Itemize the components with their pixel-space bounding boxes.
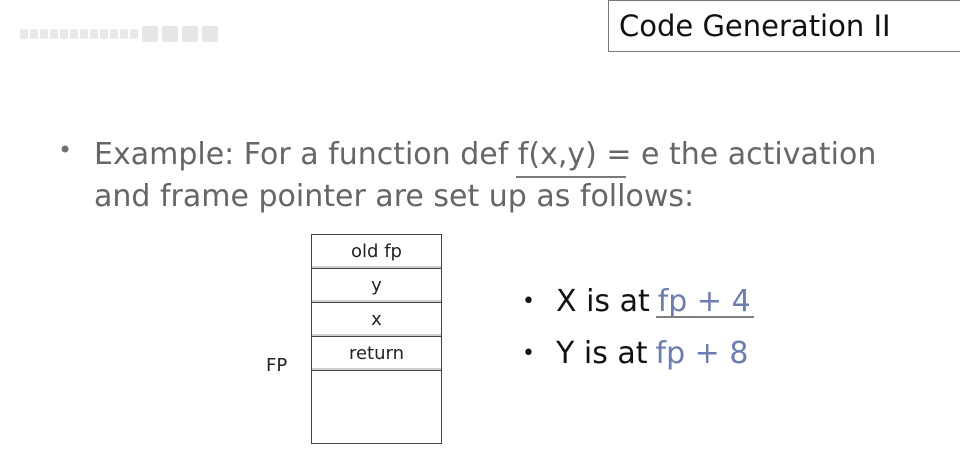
activation-frame: old fp y x return [311,234,442,444]
frame-cell-y: y [311,268,442,302]
frame-cell-old-fp: old fp [311,234,442,268]
logo-mark [110,29,118,39]
logo-mark [30,29,38,39]
frame-cell-x: x [311,302,442,336]
logo-mark [182,26,198,42]
offset-value: fp + 8 [655,336,749,371]
offset-bullet: • [522,289,535,314]
offset-item-text: Y is at [556,336,648,371]
offset-item-x: • X is at fp + 4 [522,276,751,328]
args-underline [516,176,626,178]
main-line-1: Example: For a function def f(x,y) = e t… [94,137,877,172]
logo-mark [90,29,98,39]
main-line-2: and frame pointer are set up as follows: [94,179,695,214]
offset-underline [656,316,754,318]
logo-mark [40,29,48,39]
logo-mark [80,29,88,39]
logo-mark [70,29,78,39]
logo-mark [100,29,108,39]
logo-mark [120,29,128,39]
main-paragraph: Example: For a function def f(x,y) = e t… [94,134,934,218]
logo-mark [50,29,58,39]
logo-mark [202,26,218,42]
logo-mark [20,29,28,39]
fp-label: FP [266,355,288,376]
offset-list: • X is at fp + 4 • Y is at fp + 8 [522,276,751,380]
main-bullet: • [58,136,73,164]
frame-cell-return: return [311,336,442,370]
logo [20,20,250,48]
offset-value: fp + 4 [657,284,751,319]
offset-item-text: X is at [556,284,650,319]
logo-mark [142,26,158,42]
slide-title: Code Generation II [619,9,891,43]
offset-item-y: • Y is at fp + 8 [522,328,751,380]
logo-mark [130,29,138,39]
title-box: Code Generation II [608,0,960,52]
logo-mark [60,29,68,39]
offset-bullet: • [522,341,535,366]
logo-mark [162,26,178,42]
frame-cell-empty [311,370,442,444]
